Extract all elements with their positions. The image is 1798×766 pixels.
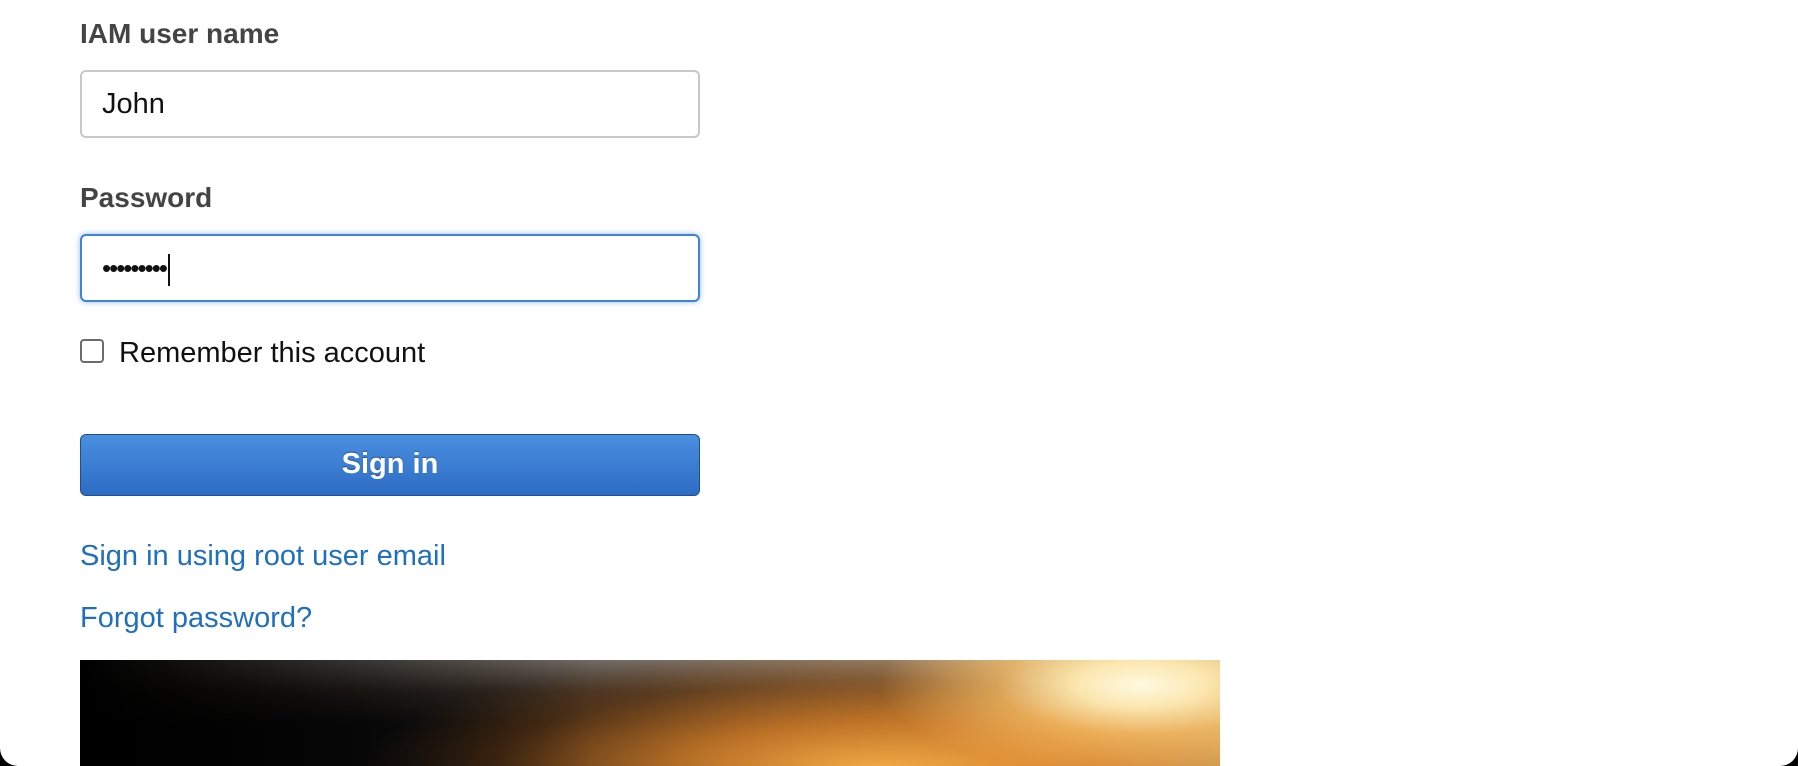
remember-account[interactable]: Remember this account	[80, 334, 425, 370]
login-panel: IAM user name John Password ••••••••• Re…	[0, 0, 1798, 766]
remember-label[interactable]: Remember this account	[119, 337, 425, 370]
remember-checkbox[interactable]	[80, 338, 104, 363]
banner-shade	[80, 660, 1220, 766]
username-value: John	[102, 88, 165, 120]
password-value: •••••••••	[102, 253, 168, 283]
root-user-signin-link[interactable]: Sign in using root user email	[80, 540, 446, 573]
password-input[interactable]: •••••••••	[80, 234, 700, 302]
text-caret	[167, 254, 170, 287]
username-label: IAM user name	[80, 18, 280, 49]
forgot-password-link[interactable]: Forgot password?	[80, 602, 312, 635]
username-input[interactable]: John	[80, 70, 700, 138]
sign-in-button[interactable]: Sign in	[80, 434, 700, 496]
promo-banner-image	[80, 660, 1220, 766]
password-label: Password	[80, 182, 213, 213]
